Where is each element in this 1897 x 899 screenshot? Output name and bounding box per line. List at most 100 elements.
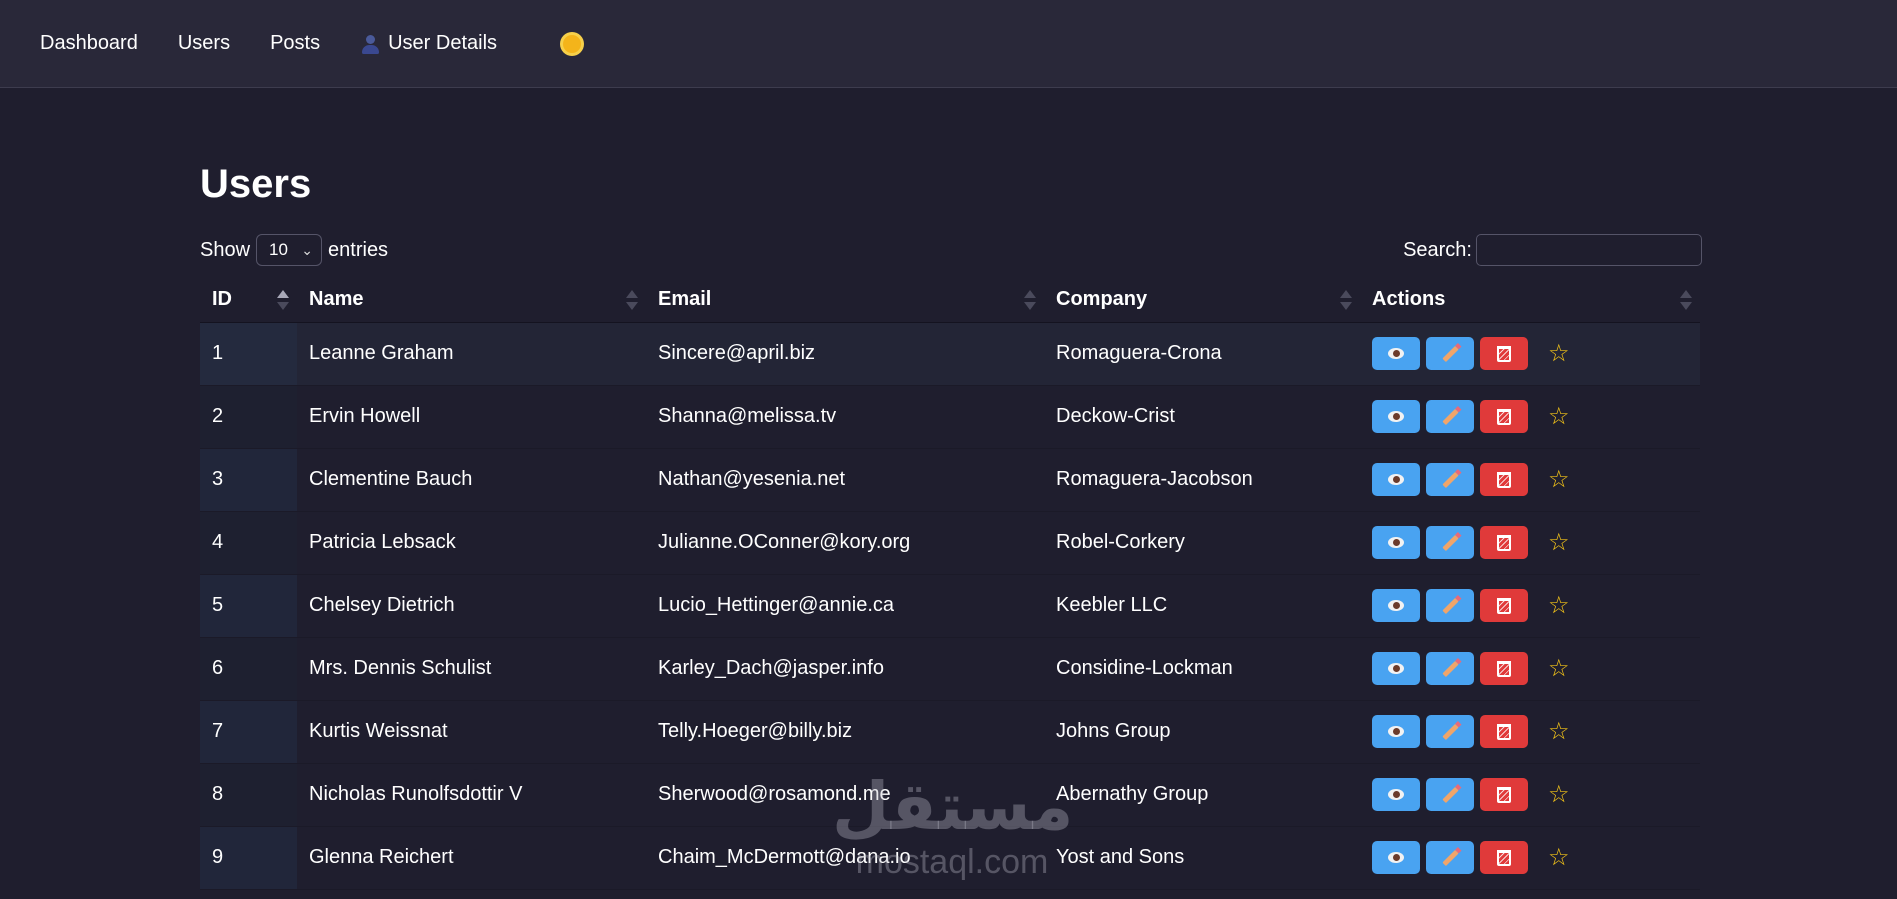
cell-email: Shanna@melissa.tv	[646, 385, 1044, 449]
theme-toggle-button[interactable]	[559, 31, 585, 57]
table-row: 4 Patricia Lebsack Julianne.OConner@kory…	[200, 511, 1700, 575]
delete-button[interactable]	[1480, 526, 1528, 559]
view-button[interactable]	[1372, 652, 1420, 685]
entries-select[interactable]: 10 ⌄	[256, 234, 323, 266]
cell-id: 6	[200, 637, 297, 701]
sort-icon	[1680, 290, 1692, 312]
cell-id: 5	[200, 574, 297, 638]
pencil-icon	[1441, 408, 1459, 425]
cell-company: Abernathy Group	[1044, 763, 1360, 827]
favorite-star-icon[interactable]: ☆	[1548, 341, 1570, 366]
cell-id: 2	[200, 385, 297, 449]
pencil-icon	[1441, 597, 1459, 614]
column-header-id[interactable]: ID	[200, 278, 297, 323]
top-navbar: Dashboard Users Posts User Details	[0, 0, 1897, 88]
cell-name: Chelsey Dietrich	[297, 574, 646, 638]
cell-name: Ervin Howell	[297, 385, 646, 449]
wastebasket-icon	[1497, 471, 1511, 488]
pencil-icon	[1441, 534, 1459, 551]
cell-email: Chaim_McDermott@dana.io	[646, 826, 1044, 890]
edit-button[interactable]	[1426, 841, 1474, 874]
edit-button[interactable]	[1426, 400, 1474, 433]
edit-button[interactable]	[1426, 715, 1474, 748]
wastebasket-icon	[1497, 345, 1511, 362]
favorite-star-icon[interactable]: ☆	[1548, 404, 1570, 429]
favorite-star-icon[interactable]: ☆	[1548, 530, 1570, 555]
favorite-star-icon[interactable]: ☆	[1548, 593, 1570, 618]
delete-button[interactable]	[1480, 589, 1528, 622]
view-button[interactable]	[1372, 400, 1420, 433]
cell-actions: ☆	[1360, 574, 1700, 638]
delete-button[interactable]	[1480, 715, 1528, 748]
view-button[interactable]	[1372, 841, 1420, 874]
table-row: 2 Ervin Howell Shanna@melissa.tv Deckow-…	[200, 385, 1700, 449]
edit-button[interactable]	[1426, 778, 1474, 811]
edit-button[interactable]	[1426, 589, 1474, 622]
view-button[interactable]	[1372, 715, 1420, 748]
edit-button[interactable]	[1426, 526, 1474, 559]
view-button[interactable]	[1372, 778, 1420, 811]
column-header-label: Email	[658, 288, 712, 311]
cell-actions: ☆	[1360, 448, 1700, 512]
eye-icon	[1388, 474, 1404, 485]
wastebasket-icon	[1497, 534, 1511, 551]
nav-link-user-details[interactable]: User Details	[360, 32, 497, 55]
cell-name: Kurtis Weissnat	[297, 700, 646, 764]
search-input[interactable]	[1476, 234, 1702, 266]
table-row: 9 Glenna Reichert Chaim_McDermott@dana.i…	[200, 826, 1700, 890]
chevron-down-icon: ⌄	[301, 241, 314, 258]
eye-icon	[1388, 726, 1404, 737]
delete-button[interactable]	[1480, 463, 1528, 496]
nav-link-user-details-label: User Details	[388, 32, 498, 54]
show-label: Show	[200, 238, 251, 261]
nav-link-users[interactable]: Users	[178, 32, 230, 55]
delete-button[interactable]	[1480, 400, 1528, 433]
favorite-star-icon[interactable]: ☆	[1548, 467, 1570, 492]
edit-button[interactable]	[1426, 337, 1474, 370]
favorite-star-icon[interactable]: ☆	[1548, 845, 1570, 870]
eye-icon	[1388, 600, 1404, 611]
column-header-actions[interactable]: Actions	[1360, 278, 1700, 323]
cell-email: Lucio_Hettinger@annie.ca	[646, 574, 1044, 638]
cell-actions: ☆	[1360, 322, 1700, 386]
entries-select-value: 10	[269, 240, 288, 259]
edit-button[interactable]	[1426, 463, 1474, 496]
delete-button[interactable]	[1480, 652, 1528, 685]
favorite-star-icon[interactable]: ☆	[1548, 656, 1570, 681]
favorite-star-icon[interactable]: ☆	[1548, 782, 1570, 807]
cell-company: Yost and Sons	[1044, 826, 1360, 890]
nav-link-dashboard[interactable]: Dashboard	[40, 32, 138, 55]
pencil-icon	[1441, 345, 1459, 362]
cell-id: 4	[200, 511, 297, 575]
cell-id: 1	[200, 322, 297, 386]
delete-button[interactable]	[1480, 337, 1528, 370]
cell-email: Julianne.OConner@kory.org	[646, 511, 1044, 575]
eye-icon	[1388, 411, 1404, 422]
cell-email: Sherwood@rosamond.me	[646, 763, 1044, 827]
delete-button[interactable]	[1480, 778, 1528, 811]
view-button[interactable]	[1372, 337, 1420, 370]
cell-company: Considine-Lockman	[1044, 637, 1360, 701]
favorite-star-icon[interactable]: ☆	[1548, 719, 1570, 744]
view-button[interactable]	[1372, 589, 1420, 622]
entries-label: entries	[328, 238, 389, 261]
table-row: 6 Mrs. Dennis Schulist Karley_Dach@jaspe…	[200, 637, 1700, 701]
delete-button[interactable]	[1480, 841, 1528, 874]
view-button[interactable]	[1372, 463, 1420, 496]
cell-email: Sincere@april.biz	[646, 322, 1044, 386]
nav-link-posts[interactable]: Posts	[270, 32, 320, 55]
column-header-company[interactable]: Company	[1044, 278, 1360, 323]
view-button[interactable]	[1372, 526, 1420, 559]
column-header-email[interactable]: Email	[646, 278, 1044, 323]
cell-id: 8	[200, 763, 297, 827]
column-header-label: Name	[309, 288, 364, 311]
table-row: 3 Clementine Bauch Nathan@yesenia.net Ro…	[200, 448, 1700, 512]
edit-button[interactable]	[1426, 652, 1474, 685]
table-row: 1 Leanne Graham Sincere@april.biz Romagu…	[200, 322, 1700, 386]
wastebasket-icon	[1497, 786, 1511, 803]
column-header-name[interactable]: Name	[297, 278, 646, 323]
sun-icon	[563, 34, 582, 53]
cell-company: Romaguera-Crona	[1044, 322, 1360, 386]
cell-id: 7	[200, 700, 297, 764]
column-header-label: Actions	[1372, 288, 1446, 311]
